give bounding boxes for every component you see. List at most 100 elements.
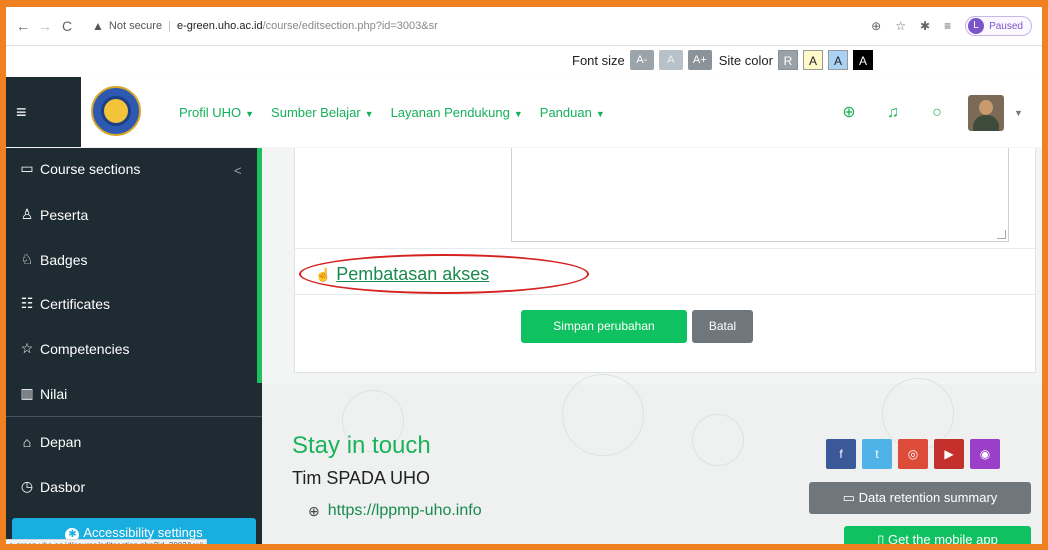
chevron-down-icon: ▼ (245, 108, 255, 119)
back-button[interactable]: ← (12, 18, 34, 34)
sidebar-item-label: Competencies (40, 340, 130, 357)
menu-layanan-pendukung[interactable]: Layanan Pendukung ▼ (391, 105, 523, 120)
sidebar-item-depan[interactable]: ⌂ Depan (18, 434, 82, 450)
sidebar-item-label: Depan (40, 434, 82, 450)
url-host: e-green.uho.ac.id (176, 20, 263, 32)
zoom-icon[interactable]: ⊕ (871, 19, 881, 33)
facebook-icon[interactable]: f (826, 439, 856, 469)
cancel-button[interactable]: Batal (692, 310, 753, 343)
font-reset-button[interactable]: A (658, 50, 683, 70)
sidebar-item-peserta[interactable]: ♙ Peserta (18, 206, 89, 223)
address-bar[interactable]: ▲ Not secure | e-green.uho.ac.id /course… (92, 19, 438, 33)
users-icon: ♙ (20, 206, 34, 222)
browser-actions: ⊕ ☆ ✱ ≡ L Paused (871, 16, 1032, 36)
main-navbar: ≡ Profil UHO ▼ Sumber Belajar ▼ Layanan Pe… (6, 77, 1042, 147)
home-icon: ⌂ (22, 434, 32, 450)
user-menu-chevron-icon[interactable]: ▼ (1014, 108, 1023, 118)
nav-icons: ⊕ ♫ ○ ▼ (840, 95, 1023, 131)
badges-icon: ♘ (20, 251, 34, 267)
color-reset-button[interactable]: R (777, 50, 798, 70)
summary-textarea[interactable] (511, 148, 1009, 242)
notification-bell-icon[interactable]: ♫ (884, 104, 902, 122)
sidebar-item-badges[interactable]: ♘ Badges (18, 251, 88, 268)
dashboard-icon: ◷ (20, 478, 34, 494)
divider (295, 294, 1035, 295)
accessibility-settings-button[interactable]: ✱ Accessibility settings (12, 518, 256, 544)
background-doodle (562, 374, 644, 456)
sidebar-item-label: Dasbor (40, 478, 86, 495)
font-decrease-button[interactable]: A- (629, 50, 654, 70)
sidebar-item-label: Course sections (40, 160, 141, 177)
sidebar-item-label: Nilai (40, 385, 68, 402)
edit-section-card: ☝ Pembatasan akses Simpan perubahan Bata… (294, 148, 1036, 373)
hamburger-icon: ≡ (16, 101, 27, 122)
font-size-label: Font size (572, 52, 625, 68)
color-blue-button[interactable]: A (827, 50, 848, 70)
color-black-button[interactable]: A (852, 50, 873, 70)
messages-icon[interactable]: ○ (928, 104, 946, 122)
chevron-down-icon: ▼ (595, 108, 605, 119)
course-sidebar: ▭ Course sections < ♙ Peserta ♘ Badges ☷… (6, 148, 262, 544)
collapse-chevron-icon[interactable]: < (234, 163, 242, 178)
highlight-annotation-oval (299, 254, 589, 294)
folder-icon: ▭ (842, 490, 859, 505)
forward-button[interactable]: → (34, 18, 56, 34)
status-bar-url: e-green.uho.ac.id/course/editsection.php… (6, 539, 208, 544)
background-doodle (692, 414, 744, 466)
resize-grip[interactable] (997, 230, 1006, 239)
certificate-icon: ☷ (20, 295, 34, 311)
twitter-icon[interactable]: t (862, 439, 892, 469)
chevron-down-icon: ▼ (513, 108, 523, 119)
mobile-phone-icon: ▯ (877, 532, 888, 547)
accessibility-toolbar: Font size A- A A+ Site color R A A A (6, 46, 1042, 76)
folder-icon: ▭ (20, 160, 34, 176)
language-globe-icon[interactable]: ⊕ (840, 104, 858, 122)
google-plus-icon[interactable]: ◎ (898, 439, 928, 469)
team-name: Tim SPADA UHO (292, 468, 431, 488)
reload-button[interactable]: C (56, 18, 78, 34)
data-retention-button[interactable]: ▭ Data retention summary (809, 482, 1031, 514)
warning-icon: ▲ (92, 19, 104, 33)
not-secure-label: Not secure (108, 20, 163, 32)
stay-in-touch-heading: Stay in touch (292, 432, 431, 459)
chevron-down-icon: ▼ (364, 108, 374, 119)
extension-icon[interactable]: ✱ (920, 19, 930, 33)
youtube-icon[interactable]: ▶ (934, 439, 964, 469)
sidebar-item-label: Peserta (40, 206, 89, 223)
browser-toolbar: ← → C ▲ Not secure | e-green.uho.ac.id /… (6, 7, 1042, 46)
font-increase-button[interactable]: A+ (687, 50, 712, 70)
sidebar-item-competencies[interactable]: ☆ Competencies (18, 340, 130, 357)
instagram-icon[interactable]: ◉ (970, 439, 1000, 469)
sidebar-item-certificates[interactable]: ☷ Certificates (18, 295, 110, 312)
star-icon[interactable]: ☆ (895, 19, 906, 33)
sidebar-item-dasbor[interactable]: ◷ Dasbor (18, 478, 85, 495)
globe-icon: ⊕ (308, 502, 320, 519)
paused-label: Paused (989, 20, 1023, 32)
sidebar-item-course-sections[interactable]: ▭ Course sections (18, 160, 140, 177)
uho-logo[interactable] (91, 86, 141, 136)
nav-menu: Profil UHO ▼ Sumber Belajar ▼ Layanan Pend… (179, 77, 605, 147)
menu-panduan[interactable]: Panduan ▼ (540, 105, 605, 120)
main-content: ☝ Pembatasan akses Simpan perubahan Bata… (262, 148, 1042, 547)
url-path: /course/editsection.php?id=3003&sr (262, 20, 438, 32)
social-links: f t ◎ ▶ ◉ (826, 439, 1000, 469)
mobile-app-button[interactable]: ▯ Get the mobile app (844, 526, 1031, 547)
profile-paused-button[interactable]: L Paused (965, 16, 1032, 36)
sidebar-item-label: Certificates (40, 295, 111, 312)
website-link[interactable]: ⊕ https://lppmp-uho.info (308, 502, 482, 520)
sidebar-item-label: Badges (40, 251, 88, 268)
screenshot-frame: ← → C ▲ Not secure | e-green.uho.ac.id /… (0, 0, 1048, 550)
save-changes-button[interactable]: Simpan perubahan (521, 310, 687, 343)
user-avatar[interactable] (968, 95, 1004, 131)
drawer-toggle[interactable]: ≡ (6, 77, 81, 147)
reading-list-icon[interactable]: ≡ (944, 19, 951, 33)
sidebar-divider (6, 416, 262, 417)
gradebook-icon: ▥ (20, 385, 34, 401)
profile-avatar: L (968, 18, 985, 34)
menu-sumber-belajar[interactable]: Sumber Belajar ▼ (271, 105, 374, 120)
star-outline-icon: ☆ (20, 340, 34, 356)
menu-profil-uho[interactable]: Profil UHO ▼ (179, 105, 254, 120)
sidebar-item-nilai[interactable]: ▥ Nilai (18, 385, 67, 402)
color-yellow-button[interactable]: A (802, 50, 823, 70)
url-separator: | (168, 20, 171, 32)
